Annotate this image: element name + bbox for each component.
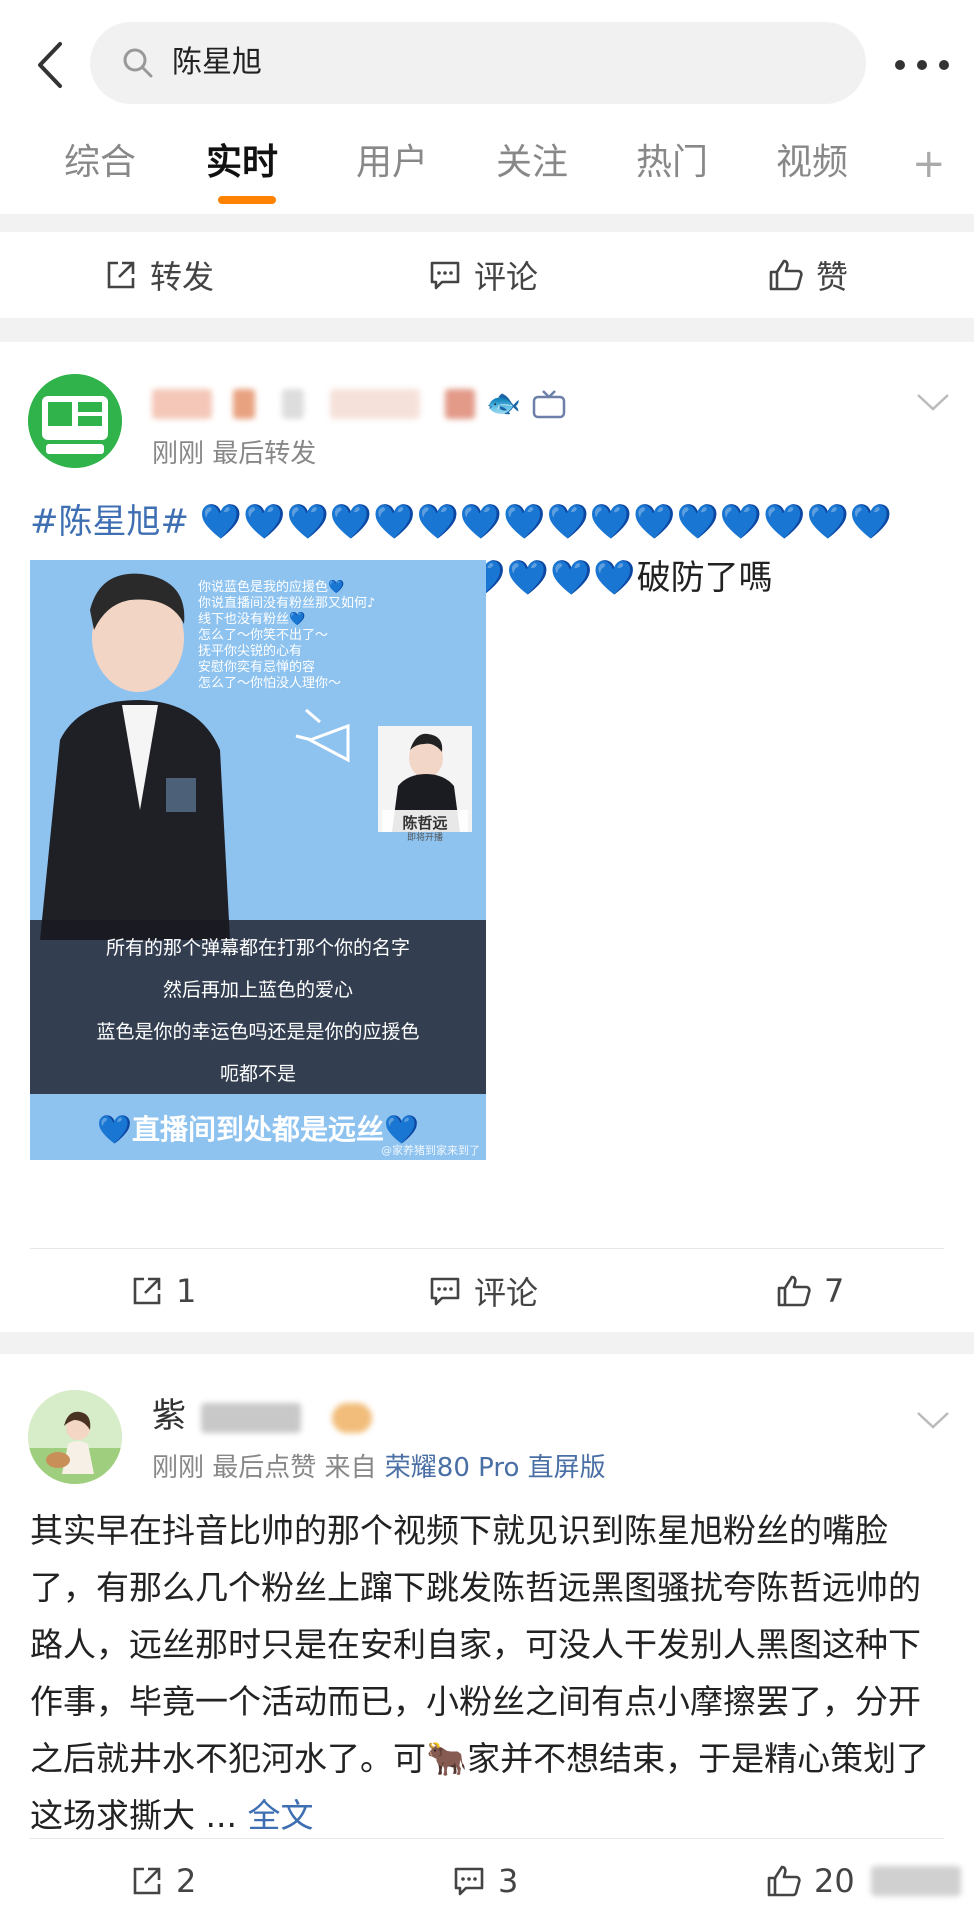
image-subtitle-1: 所有的那个弹幕都在打那个你的名字 <box>105 937 410 959</box>
post-meta: 刚刚 最后点赞 来自 荣耀80 Pro 直屏版 <box>152 1450 606 1486</box>
avatar[interactable] <box>28 1390 122 1484</box>
repost-icon <box>133 1277 161 1305</box>
repost-button[interactable]: 转发 <box>104 232 214 318</box>
comment-icon <box>454 1867 484 1896</box>
tab-realtime[interactable]: 实时 <box>206 138 278 188</box>
thumbs-up-icon <box>767 1865 801 1897</box>
active-tab-indicator <box>218 196 276 204</box>
post2-repost-button[interactable]: 2 <box>130 1838 196 1921</box>
tab-comprehensive[interactable]: 综合 <box>64 138 136 188</box>
chevron-down-icon[interactable] <box>916 1410 950 1430</box>
comment-count: 3 <box>498 1862 519 1900</box>
previous-post-action-bar: 转发 评论 赞 <box>0 232 974 318</box>
tab-hot[interactable]: 热门 <box>636 138 708 188</box>
tab-video[interactable]: 视频 <box>776 138 848 188</box>
meta-prefix: 刚刚 最后点赞 来自 <box>152 1453 377 1483</box>
username[interactable]: 🐟 <box>152 380 566 426</box>
topic-link[interactable]: #陈星旭# <box>30 502 189 542</box>
search-query[interactable]: 陈星旭 <box>172 42 262 84</box>
fish-emoji-icon: 🐟 <box>486 386 521 420</box>
post-body: 其实早在抖音比帅的那个视频下就见识到陈星旭粉丝的嘴脸了，有那么几个粉丝上蹿下跳发… <box>30 1511 930 1835</box>
repost-count: 2 <box>176 1862 197 1900</box>
image-name-sub: 即将开播 <box>406 833 443 843</box>
add-tab-button[interactable]: + <box>912 142 946 186</box>
tab-following[interactable]: 关注 <box>496 138 568 188</box>
avatar[interactable] <box>28 374 122 468</box>
thumbs-up-icon <box>777 1275 811 1307</box>
comment-label: 评论 <box>474 258 539 296</box>
like-label: 赞 <box>816 258 849 296</box>
tab-users[interactable]: 用户 <box>356 138 428 188</box>
tab-bar: 综合 实时 用户 关注 热门 视频 + <box>0 128 974 214</box>
post2-like-button[interactable]: 20 <box>766 1838 961 1921</box>
post1-repost-button[interactable]: 1 <box>130 1248 196 1334</box>
top-bar: 陈星旭 <box>0 0 974 128</box>
like-count: 7 <box>824 1272 845 1310</box>
post-card-2: 紫 刚刚 最后点赞 来自 荣耀80 Pro 直屏版 其实早在抖音比帅的那个视频下… <box>0 1354 974 1921</box>
avatar-illustration-icon <box>28 1390 122 1484</box>
comment-icon <box>430 1277 460 1306</box>
post-meta: 刚刚 最后转发 <box>152 439 317 469</box>
search-box[interactable]: 陈星旭 <box>90 22 866 104</box>
search-icon <box>123 48 153 78</box>
image-watermark: @家养猪到家来到了 <box>381 1144 480 1157</box>
post1-like-button[interactable]: 7 <box>776 1248 844 1334</box>
tv-badge-icon <box>532 389 565 418</box>
username[interactable]: 紫 <box>152 1394 372 1438</box>
thumbs-up-icon <box>769 259 803 291</box>
chevron-down-icon[interactable] <box>916 392 950 412</box>
post-text-tail: 破防了嗎 <box>636 558 773 598</box>
blue-hearts-line-1: 💙💙💙💙💙💙💙💙💙💙💙💙💙💙💙💙 <box>199 502 894 542</box>
image-subtitle-4: 呃都不是 <box>219 1063 296 1085</box>
post2-comment-button[interactable]: 3 <box>452 1838 518 1921</box>
post-image[interactable]: 你说蓝色是我的应援色💙 你说直播间没有粉丝那又如何♪ 线下也没有粉丝💙 怎么了～… <box>30 560 486 1160</box>
post-text: 其实早在抖音比帅的那个视频下就见识到陈星旭粉丝的嘴脸了，有那么几个粉丝上蹿下跳发… <box>30 1502 950 1844</box>
username-text: 紫 <box>152 1396 186 1436</box>
avatar-logo-icon <box>28 374 122 468</box>
comment-label: 评论 <box>474 1274 539 1312</box>
comment-icon <box>430 261 460 290</box>
more-options-icon[interactable] <box>892 55 952 75</box>
repost-label: 转发 <box>150 258 215 296</box>
repost-icon <box>107 261 135 289</box>
post1-comment-button[interactable]: 评论 <box>428 1248 538 1334</box>
full-text-link[interactable]: 全文 <box>247 1796 313 1835</box>
comment-button[interactable]: 评论 <box>428 232 538 318</box>
image-subtitle-2: 然后再加上蓝色的爱心 <box>162 979 353 1001</box>
image-poem: 你说蓝色是我的应援色💙 你说直播间没有粉丝那又如何♪ 线下也没有粉丝💙 怎么了～… <box>198 580 376 691</box>
source-device-link[interactable]: 荣耀80 Pro 直屏版 <box>385 1453 606 1483</box>
back-arrow-icon[interactable] <box>30 40 74 90</box>
repost-count: 1 <box>176 1272 197 1310</box>
like-button[interactable]: 赞 <box>768 232 848 318</box>
post-card-1: 🐟 刚刚 最后转发 #陈星旭# 💙💙💙💙💙💙💙💙💙💙💙💙💙💙💙💙 💙💙💙💙💙💙💙… <box>0 342 974 1332</box>
like-count: 20 <box>814 1862 855 1900</box>
repost-icon <box>133 1867 161 1895</box>
image-subtitle-3: 蓝色是你的幸运色吗还是是你的应援色 <box>96 1021 420 1043</box>
